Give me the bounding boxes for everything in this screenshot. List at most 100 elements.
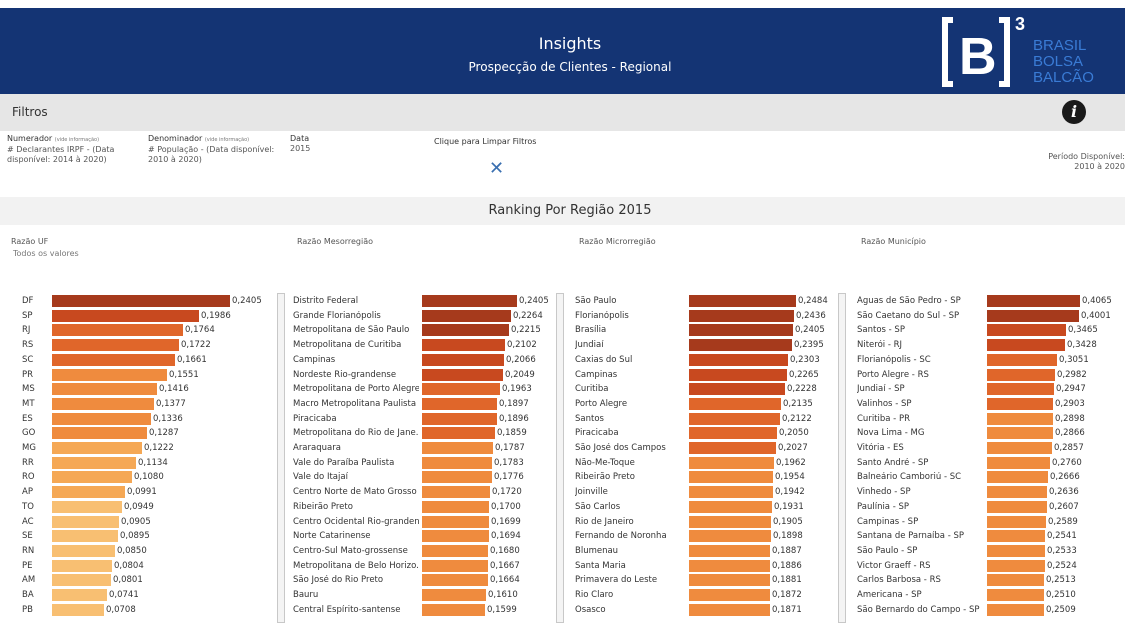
bar-micro[interactable]: [689, 324, 793, 337]
bar-meso[interactable]: [422, 486, 490, 499]
bar-meso[interactable]: [422, 500, 489, 513]
bar-municipio[interactable]: [987, 427, 1053, 440]
bar-meso[interactable]: [422, 368, 503, 381]
bar-label-meso: Distrito Federal: [293, 296, 359, 306]
bar-label-micro: Primavera do Leste: [575, 575, 658, 586]
bar-municipio[interactable]: [987, 486, 1047, 499]
bar-micro[interactable]: [689, 368, 787, 381]
bar-micro[interactable]: [689, 339, 792, 352]
bar-municipio[interactable]: [987, 603, 1044, 616]
bar-uf[interactable]: [52, 427, 147, 440]
bar-uf[interactable]: [52, 353, 175, 366]
bar-uf[interactable]: [52, 544, 115, 557]
bar-uf[interactable]: [52, 530, 118, 543]
bar-uf[interactable]: [52, 442, 142, 454]
bar-uf[interactable]: [52, 603, 104, 616]
bar-value-uf: 0,0741: [109, 590, 139, 600]
bar-municipio[interactable]: [987, 368, 1055, 381]
bar-micro[interactable]: [689, 295, 796, 307]
bar-meso[interactable]: [422, 353, 504, 366]
bar-meso[interactable]: [422, 309, 511, 322]
bar-municipio[interactable]: [987, 383, 1054, 396]
bar-meso[interactable]: [422, 324, 509, 337]
bar-municipio[interactable]: [987, 544, 1045, 557]
bar-meso[interactable]: [422, 442, 493, 454]
bar-municipio[interactable]: [987, 500, 1047, 513]
bar-municipio[interactable]: [987, 530, 1045, 543]
bar-municipio[interactable]: [987, 412, 1053, 425]
bar-uf[interactable]: [52, 309, 199, 322]
bar-uf[interactable]: [52, 412, 151, 425]
bar-micro[interactable]: [689, 442, 776, 454]
bar-micro[interactable]: [689, 309, 794, 322]
bar-meso[interactable]: [422, 427, 495, 440]
bar-meso[interactable]: [422, 603, 485, 616]
bar-meso[interactable]: [422, 456, 492, 469]
bar-municipio[interactable]: [987, 574, 1044, 587]
bar-micro[interactable]: [689, 486, 773, 499]
bar-meso[interactable]: [422, 339, 505, 352]
bar-uf[interactable]: [52, 368, 167, 381]
bar-value-municipio: 0,2513: [1046, 575, 1076, 586]
bar-meso[interactable]: [422, 295, 517, 307]
bar-meso[interactable]: [422, 589, 486, 601]
bar-meso[interactable]: [422, 559, 488, 572]
bar-meso[interactable]: [422, 515, 489, 528]
bar-micro[interactable]: [689, 412, 780, 425]
bar-value-uf: 0,1551: [169, 369, 199, 380]
bar-uf[interactable]: [52, 295, 230, 307]
bar-micro[interactable]: [689, 397, 781, 410]
bar-uf[interactable]: [52, 500, 122, 513]
bar-label-uf: RS: [22, 340, 34, 351]
bar-municipio[interactable]: [987, 471, 1048, 484]
bar-municipio[interactable]: [987, 324, 1066, 337]
bar-micro[interactable]: [689, 515, 771, 528]
bar-municipio[interactable]: [987, 397, 1053, 410]
bar-label-micro: Piracicaba: [575, 428, 619, 439]
bar-micro[interactable]: [689, 574, 770, 587]
bar-micro[interactable]: [689, 353, 788, 366]
bar-value-meso: 0,1963: [502, 384, 532, 395]
bar-micro[interactable]: [689, 559, 770, 572]
bar-micro[interactable]: [689, 427, 777, 440]
bar-meso[interactable]: [422, 544, 488, 557]
bar-meso[interactable]: [422, 574, 488, 587]
bar-municipio[interactable]: [987, 309, 1079, 322]
bar-municipio[interactable]: [987, 456, 1050, 469]
bar-municipio[interactable]: [987, 515, 1046, 528]
bar-municipio[interactable]: [987, 295, 1080, 307]
bar-meso[interactable]: [422, 530, 489, 543]
bar-micro[interactable]: [689, 471, 773, 484]
bar-uf[interactable]: [52, 339, 179, 352]
bar-uf[interactable]: [52, 383, 157, 396]
bar-micro[interactable]: [689, 603, 770, 616]
bar-uf[interactable]: [52, 574, 111, 587]
bar-municipio[interactable]: [987, 339, 1065, 352]
bar-micro[interactable]: [689, 383, 785, 396]
bar-meso[interactable]: [422, 397, 497, 410]
bar-uf[interactable]: [52, 397, 154, 410]
bar-uf[interactable]: [52, 471, 132, 484]
bar-municipio[interactable]: [987, 442, 1052, 454]
bar-micro[interactable]: [689, 500, 772, 513]
bar-meso[interactable]: [422, 383, 500, 396]
bar-uf[interactable]: [52, 456, 136, 469]
bar-micro[interactable]: [689, 530, 771, 543]
bar-label-micro: Blumenau: [575, 545, 619, 556]
bar-uf[interactable]: [52, 515, 119, 528]
bar-uf[interactable]: [52, 324, 183, 337]
bar-meso[interactable]: [422, 412, 497, 425]
bar-meso[interactable]: [422, 471, 492, 484]
bar-micro[interactable]: [689, 456, 774, 469]
bar-uf[interactable]: [52, 486, 125, 499]
bar-micro[interactable]: [689, 589, 770, 601]
bar-value-uf: 0,0949: [124, 501, 154, 512]
bar-municipio[interactable]: [987, 353, 1057, 366]
bar-municipio[interactable]: [987, 589, 1044, 601]
bar-municipio[interactable]: [987, 559, 1045, 572]
bar-micro[interactable]: [689, 544, 770, 557]
bar-uf[interactable]: [52, 559, 112, 572]
bar-uf[interactable]: [52, 589, 107, 601]
bar-label-uf: PR: [22, 369, 34, 380]
bar-label-meso: São José do Rio Preto: [293, 575, 384, 586]
